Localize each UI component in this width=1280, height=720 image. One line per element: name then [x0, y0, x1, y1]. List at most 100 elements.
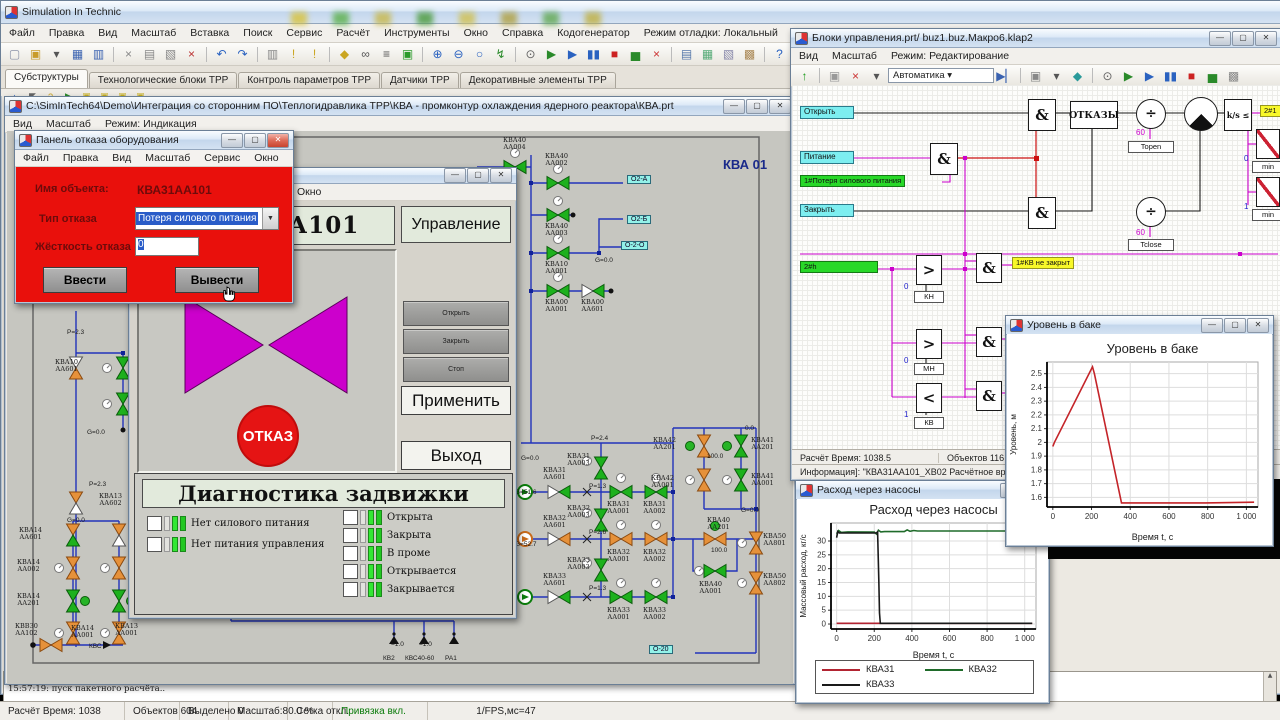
- menu-item[interactable]: Окно: [297, 186, 321, 198]
- palette-tab[interactable]: Датчики ТРР: [381, 72, 459, 88]
- chart-icon[interactable]: ▅: [626, 45, 645, 64]
- menu-item[interactable]: Сервис: [204, 152, 240, 164]
- window-icon[interactable]: ▣: [1026, 66, 1045, 85]
- zoom-in-icon[interactable]: ⊕: [428, 45, 447, 64]
- chevron-down-icon[interactable]: ▼: [262, 208, 278, 229]
- refresh-icon[interactable]: ◆: [1068, 66, 1087, 85]
- remove-button[interactable]: Вывести: [175, 267, 259, 293]
- mode-combo[interactable]: Автоматика ▾: [888, 68, 994, 83]
- checkbox[interactable]: [147, 537, 162, 552]
- run-script-icon[interactable]: ↯: [491, 45, 510, 64]
- new-icon[interactable]: ▢: [5, 45, 24, 64]
- lamp2-icon[interactable]: !: [305, 45, 324, 64]
- menu-item[interactable]: Инструменты: [384, 27, 449, 39]
- failure-type-combo[interactable]: Потеря силового питания ▼: [135, 207, 279, 230]
- save-icon[interactable]: ▦: [68, 45, 87, 64]
- special-paste-icon[interactable]: ▥: [263, 45, 282, 64]
- cut-icon[interactable]: ×: [119, 45, 138, 64]
- pause-icon[interactable]: ▮▮: [1161, 66, 1180, 85]
- minimize-icon[interactable]: —: [221, 132, 243, 148]
- play-icon[interactable]: ▶: [1119, 66, 1138, 85]
- maximize-icon[interactable]: ▢: [244, 132, 266, 148]
- menu-item[interactable]: Расчёт: [336, 27, 370, 39]
- blocks-titlebar[interactable]: Блоки управления.prt/ buz1.buz.Макро6.kl…: [791, 29, 1280, 48]
- redo-icon[interactable]: ↷: [233, 45, 252, 64]
- menu-item[interactable]: Режим: Индикация: [105, 118, 197, 130]
- menu-item[interactable]: Режим отладки: Локальный: [644, 27, 778, 39]
- stop-icon[interactable]: ■: [605, 45, 624, 64]
- menu-item[interactable]: Вид: [98, 27, 117, 39]
- maximize-icon[interactable]: ▢: [746, 98, 768, 114]
- up-level-icon[interactable]: ↑: [795, 66, 814, 85]
- open-icon[interactable]: ▣: [26, 45, 45, 64]
- help-icon[interactable]: ?: [770, 45, 789, 64]
- report-icon[interactable]: ▤: [677, 45, 696, 64]
- menu-item[interactable]: Правка: [49, 27, 84, 39]
- net-icon[interactable]: ▦: [698, 45, 717, 64]
- layers-icon[interactable]: ▣: [825, 66, 844, 85]
- minimize-icon[interactable]: —: [444, 168, 466, 183]
- list-icon[interactable]: ≡: [377, 45, 396, 64]
- maximize-icon[interactable]: ▢: [467, 168, 489, 183]
- palette-tab[interactable]: Контроль параметров ТРР: [238, 72, 381, 88]
- search-binocular-icon[interactable]: ∞: [356, 45, 375, 64]
- menu-item[interactable]: Сервис: [286, 27, 322, 39]
- substructure-icon[interactable]: ▲: [7, 89, 22, 97]
- start-block-icon[interactable]: ▶: [61, 89, 76, 96]
- db-icon[interactable]: ▩: [740, 45, 759, 64]
- save-all-icon[interactable]: ▥: [89, 45, 108, 64]
- checkbox[interactable]: [343, 564, 358, 579]
- select-icon[interactable]: ◤: [25, 89, 40, 96]
- level-titlebar[interactable]: Уровень в баке — ▢ ✕: [1006, 316, 1273, 335]
- menu-item[interactable]: Режим: Редактирование: [891, 50, 1009, 62]
- menu-item[interactable]: Масштаб: [46, 118, 91, 130]
- menu-item[interactable]: Вид: [112, 152, 131, 164]
- pause-icon[interactable]: ▮▮: [584, 45, 603, 64]
- copy-icon[interactable]: ▤: [140, 45, 159, 64]
- exit-button[interactable]: Выход: [401, 441, 511, 470]
- palette-tab[interactable]: Субструктуры: [5, 69, 88, 88]
- zoom-out-icon[interactable]: ⊖: [449, 45, 468, 64]
- checkbox[interactable]: [147, 516, 162, 531]
- checkbox[interactable]: [343, 510, 358, 525]
- dialog-titlebar[interactable]: Панель отказа оборудования — ▢ ✕: [15, 131, 293, 150]
- menu-item[interactable]: Файл: [9, 27, 35, 39]
- component-icon[interactable]: ▣: [115, 89, 130, 96]
- palette-tab[interactable]: Декоративные элементы ТРР: [459, 72, 616, 88]
- checkbox[interactable]: [343, 528, 358, 543]
- close-icon[interactable]: ✕: [769, 98, 791, 114]
- stop-button[interactable]: Стоп: [403, 357, 509, 382]
- chart-icon[interactable]: ▅: [1203, 66, 1222, 85]
- tools-icon[interactable]: ×: [846, 66, 865, 85]
- close-icon[interactable]: ✕: [1247, 317, 1269, 333]
- delete-icon[interactable]: ×: [182, 45, 201, 64]
- menu-item[interactable]: Вид: [799, 50, 818, 62]
- menu-item[interactable]: Вставка: [190, 27, 229, 39]
- doc-icon[interactable]: ▧: [719, 45, 738, 64]
- minimize-icon[interactable]: —: [723, 98, 745, 114]
- open-arrow-icon[interactable]: ▾: [47, 45, 66, 64]
- enter-button[interactable]: Ввести: [43, 267, 127, 293]
- kva-titlebar[interactable]: C:\SimInTech64\Demo\Интеграция со сторон…: [5, 97, 795, 116]
- close-icon[interactable]: ✕: [267, 132, 289, 148]
- component-icon[interactable]: ▣: [133, 89, 148, 96]
- menu-item[interactable]: Окно: [254, 152, 278, 164]
- close-icon[interactable]: ✕: [490, 168, 512, 183]
- settings-icon[interactable]: ▩: [1224, 66, 1243, 85]
- maximize-icon[interactable]: ▢: [1232, 30, 1254, 46]
- severity-input[interactable]: 0: [135, 237, 199, 256]
- help-block-icon[interactable]: ?: [43, 89, 58, 97]
- checkbox[interactable]: [343, 546, 358, 561]
- lamp-icon[interactable]: !: [284, 45, 303, 64]
- component-icon[interactable]: ▣: [97, 89, 112, 96]
- step-icon[interactable]: ▶: [1140, 66, 1159, 85]
- menu-item[interactable]: Правка: [63, 152, 98, 164]
- menu-item[interactable]: Окно: [464, 27, 488, 39]
- maximize-icon[interactable]: ▢: [1224, 317, 1246, 333]
- menu-item[interactable]: Поиск: [243, 27, 272, 39]
- palette-tab[interactable]: Технологические блоки ТРР: [88, 72, 238, 88]
- zoom-fit-icon[interactable]: ○: [470, 45, 489, 64]
- timer-icon[interactable]: ⊙: [1098, 66, 1117, 85]
- menu-item[interactable]: Кодогенератор: [557, 27, 630, 39]
- undo-icon[interactable]: ↶: [212, 45, 231, 64]
